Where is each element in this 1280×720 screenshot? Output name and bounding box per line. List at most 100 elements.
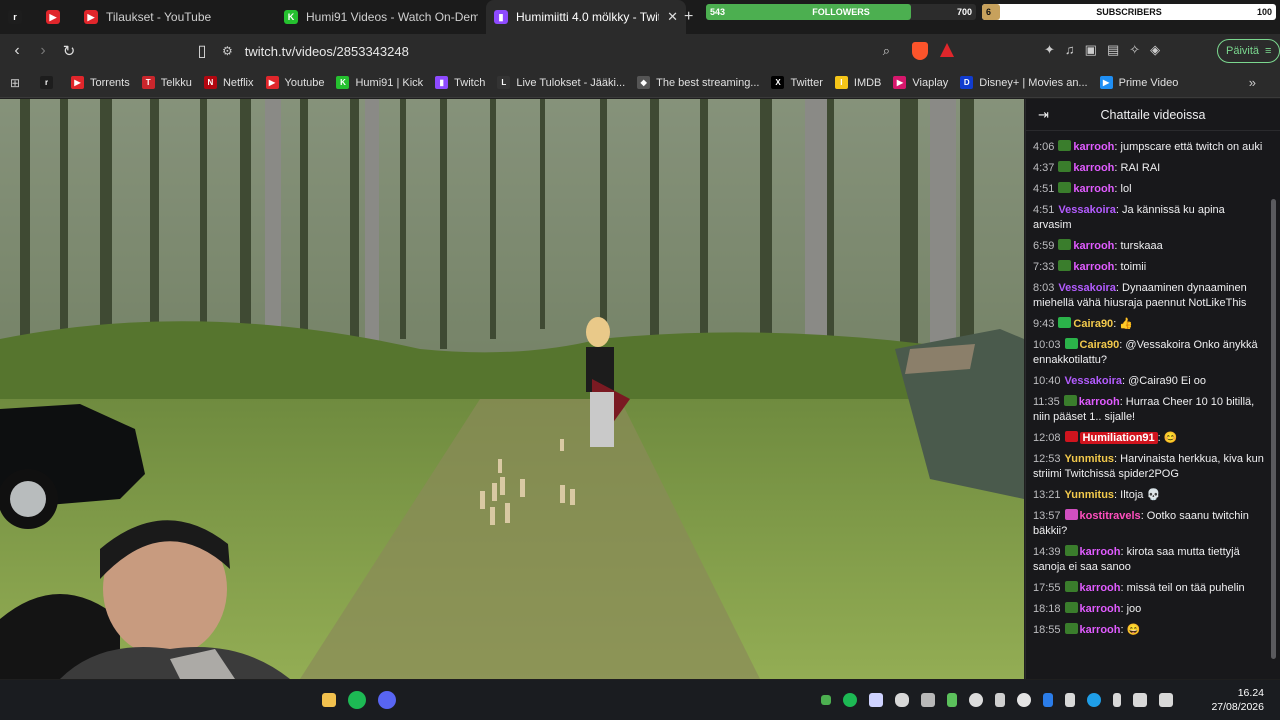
tray-play-icon[interactable] bbox=[947, 693, 957, 707]
vpn-icon[interactable]: ◈ bbox=[1150, 42, 1160, 58]
bluetooth-icon[interactable] bbox=[1043, 693, 1053, 707]
new-tab-button[interactable]: + bbox=[684, 8, 693, 26]
bookmark-item[interactable]: ▶ Youtube bbox=[265, 76, 324, 89]
browser-tab[interactable]: ▶ bbox=[38, 0, 76, 34]
bookmark-item[interactable]: K Humi91 | Kick bbox=[336, 76, 423, 89]
reload-icon[interactable]: ↻ bbox=[57, 39, 81, 63]
collapse-chat-icon[interactable]: ⇥ bbox=[1038, 107, 1049, 123]
message-timestamp[interactable]: 4:51 bbox=[1033, 204, 1054, 216]
back-icon[interactable]: ‹ bbox=[5, 39, 29, 63]
chat-username[interactable]: kostitravels bbox=[1080, 510, 1141, 522]
bookmark-item[interactable]: X Twitter bbox=[771, 76, 823, 89]
chat-username[interactable]: karrooh bbox=[1073, 183, 1114, 195]
site-info-icon[interactable]: ⚙ bbox=[222, 44, 233, 58]
chat-username[interactable]: Vessakoira bbox=[1058, 282, 1116, 294]
message-timestamp[interactable]: 11:35 bbox=[1033, 396, 1060, 408]
chat-scrollbar[interactable] bbox=[1271, 199, 1276, 659]
chat-username[interactable]: karrooh bbox=[1080, 582, 1121, 594]
close-tab-icon[interactable]: ✕ bbox=[659, 9, 678, 25]
chat-username[interactable]: karrooh bbox=[1080, 624, 1121, 636]
message-timestamp[interactable]: 12:53 bbox=[1033, 453, 1061, 465]
message-timestamp[interactable]: 13:57 bbox=[1033, 510, 1061, 522]
brave-shields-icon[interactable] bbox=[912, 42, 928, 60]
chat-username[interactable]: karrooh bbox=[1080, 546, 1121, 558]
bookmark-item[interactable]: D Disney+ | Movies an... bbox=[960, 76, 1088, 89]
tray-discord-icon[interactable] bbox=[869, 693, 883, 707]
display-icon[interactable] bbox=[1133, 693, 1147, 707]
message-timestamp[interactable]: 12:08 bbox=[1033, 432, 1061, 444]
chat-username[interactable]: karrooh bbox=[1073, 240, 1114, 252]
tray-arrow-icon[interactable] bbox=[821, 695, 831, 705]
chat-username[interactable]: Caira90 bbox=[1080, 339, 1120, 351]
tray-vpn-icon[interactable] bbox=[921, 693, 935, 707]
tray-cloud-icon[interactable] bbox=[895, 693, 909, 707]
chat-username[interactable]: karrooh bbox=[1073, 141, 1114, 153]
update-button[interactable]: Päivitä ≡ bbox=[1217, 39, 1280, 63]
message-timestamp[interactable]: 9:43 bbox=[1033, 318, 1054, 330]
browser-tab[interactable]: ▶ Tilaukset - YouTube bbox=[76, 0, 276, 34]
taskbar-clock[interactable]: 16.24 27/08/2026 bbox=[1211, 686, 1264, 714]
tray-nvidia-icon[interactable] bbox=[1017, 693, 1031, 707]
chat-username[interactable]: karrooh bbox=[1079, 396, 1120, 408]
message-timestamp[interactable]: 10:03 bbox=[1033, 339, 1061, 351]
message-timestamp[interactable]: 10:40 bbox=[1033, 375, 1061, 387]
discord-icon[interactable] bbox=[378, 691, 396, 709]
message-timestamp[interactable]: 17:55 bbox=[1033, 582, 1061, 594]
forward-icon[interactable]: › bbox=[31, 39, 55, 63]
bookmark-item[interactable]: ▶ Torrents bbox=[71, 76, 130, 89]
chat-username[interactable]: Humiliation91 bbox=[1079, 432, 1158, 444]
bookmark-item[interactable]: r bbox=[40, 76, 59, 89]
chat-username[interactable]: karrooh bbox=[1073, 162, 1114, 174]
chat-username[interactable]: Vessakoira bbox=[1065, 375, 1123, 387]
url-field[interactable]: ⚙ twitch.tv/videos/2853343248 ⌕ bbox=[222, 38, 912, 64]
tray-sync-icon[interactable] bbox=[995, 693, 1005, 707]
bookmark-item[interactable]: ▶ Viaplay bbox=[893, 76, 948, 89]
video-player[interactable] bbox=[0, 99, 1024, 679]
folder-icon[interactable] bbox=[322, 693, 336, 707]
spotify-icon[interactable] bbox=[348, 691, 366, 709]
message-timestamp[interactable]: 8:03 bbox=[1033, 282, 1054, 294]
bookmark-item[interactable]: ▶ Prime Video bbox=[1099, 76, 1178, 89]
message-timestamp[interactable]: 18:18 bbox=[1033, 603, 1061, 615]
puzzle-icon[interactable]: ✦ bbox=[1044, 42, 1055, 58]
browser-tab[interactable]: K Humi91 Videos - Watch On-Demand bbox=[276, 0, 486, 34]
message-timestamp[interactable]: 7:33 bbox=[1033, 261, 1054, 273]
bookmark-item[interactable]: ▮ Twitch bbox=[435, 76, 485, 89]
chat-message: 8:03 Vessakoira: Dynaaminen dynaaminen mi… bbox=[1026, 278, 1268, 314]
chat-username[interactable]: Caira90 bbox=[1073, 318, 1113, 330]
chat-username[interactable]: karrooh bbox=[1073, 261, 1114, 273]
tray-spotify-icon[interactable] bbox=[843, 693, 857, 707]
bookmark-page-icon[interactable]: ▯ bbox=[190, 39, 214, 63]
tray-steam-icon[interactable] bbox=[969, 693, 983, 707]
browser-tab[interactable]: r bbox=[0, 0, 38, 34]
chat-username[interactable]: Yunmitus bbox=[1065, 453, 1115, 465]
message-timestamp[interactable]: 4:51 bbox=[1033, 183, 1054, 195]
more-bookmarks-icon[interactable]: » bbox=[1249, 75, 1256, 90]
bookmark-item[interactable]: N Netflix bbox=[203, 76, 254, 89]
sidebar-icon[interactable]: ▣ bbox=[1085, 42, 1097, 58]
message-timestamp[interactable]: 4:37 bbox=[1033, 162, 1054, 174]
phone-icon[interactable] bbox=[1065, 693, 1075, 707]
chat-username[interactable]: Vessakoira bbox=[1058, 204, 1116, 216]
chat-username[interactable]: Yunmitus bbox=[1065, 489, 1115, 501]
chat-username[interactable]: karrooh bbox=[1080, 603, 1121, 615]
brave-rewards-icon[interactable] bbox=[940, 43, 954, 57]
zoom-icon[interactable]: ⌕ bbox=[883, 43, 890, 59]
bookmark-item[interactable]: ◆ The best streaming... bbox=[637, 76, 759, 89]
bookmark-item[interactable]: I IMDB bbox=[834, 76, 881, 89]
wallet-icon[interactable]: ▤ bbox=[1107, 42, 1119, 58]
speaker-icon[interactable] bbox=[1159, 693, 1173, 707]
apps-grid-icon[interactable]: ⊞ bbox=[10, 76, 20, 90]
message-timestamp[interactable]: 4:06 bbox=[1033, 141, 1054, 153]
message-timestamp[interactable]: 6:59 bbox=[1033, 240, 1054, 252]
bookmark-item[interactable]: L Live Tulokset - Jääki... bbox=[497, 76, 625, 89]
bookmark-item[interactable]: T Telkku bbox=[141, 76, 192, 89]
message-timestamp[interactable]: 14:39 bbox=[1033, 546, 1061, 558]
music-icon[interactable]: ♫ bbox=[1065, 42, 1075, 58]
message-timestamp[interactable]: 18:55 bbox=[1033, 624, 1061, 636]
leo-icon[interactable]: ✧ bbox=[1129, 42, 1140, 58]
message-timestamp[interactable]: 13:21 bbox=[1033, 489, 1061, 501]
microphone-icon[interactable] bbox=[1113, 693, 1121, 707]
edge-icon[interactable] bbox=[1087, 693, 1101, 707]
browser-tab[interactable]: ▮ Humimiitti 4.0 mölkky - Twitc ✕ bbox=[486, 0, 686, 34]
